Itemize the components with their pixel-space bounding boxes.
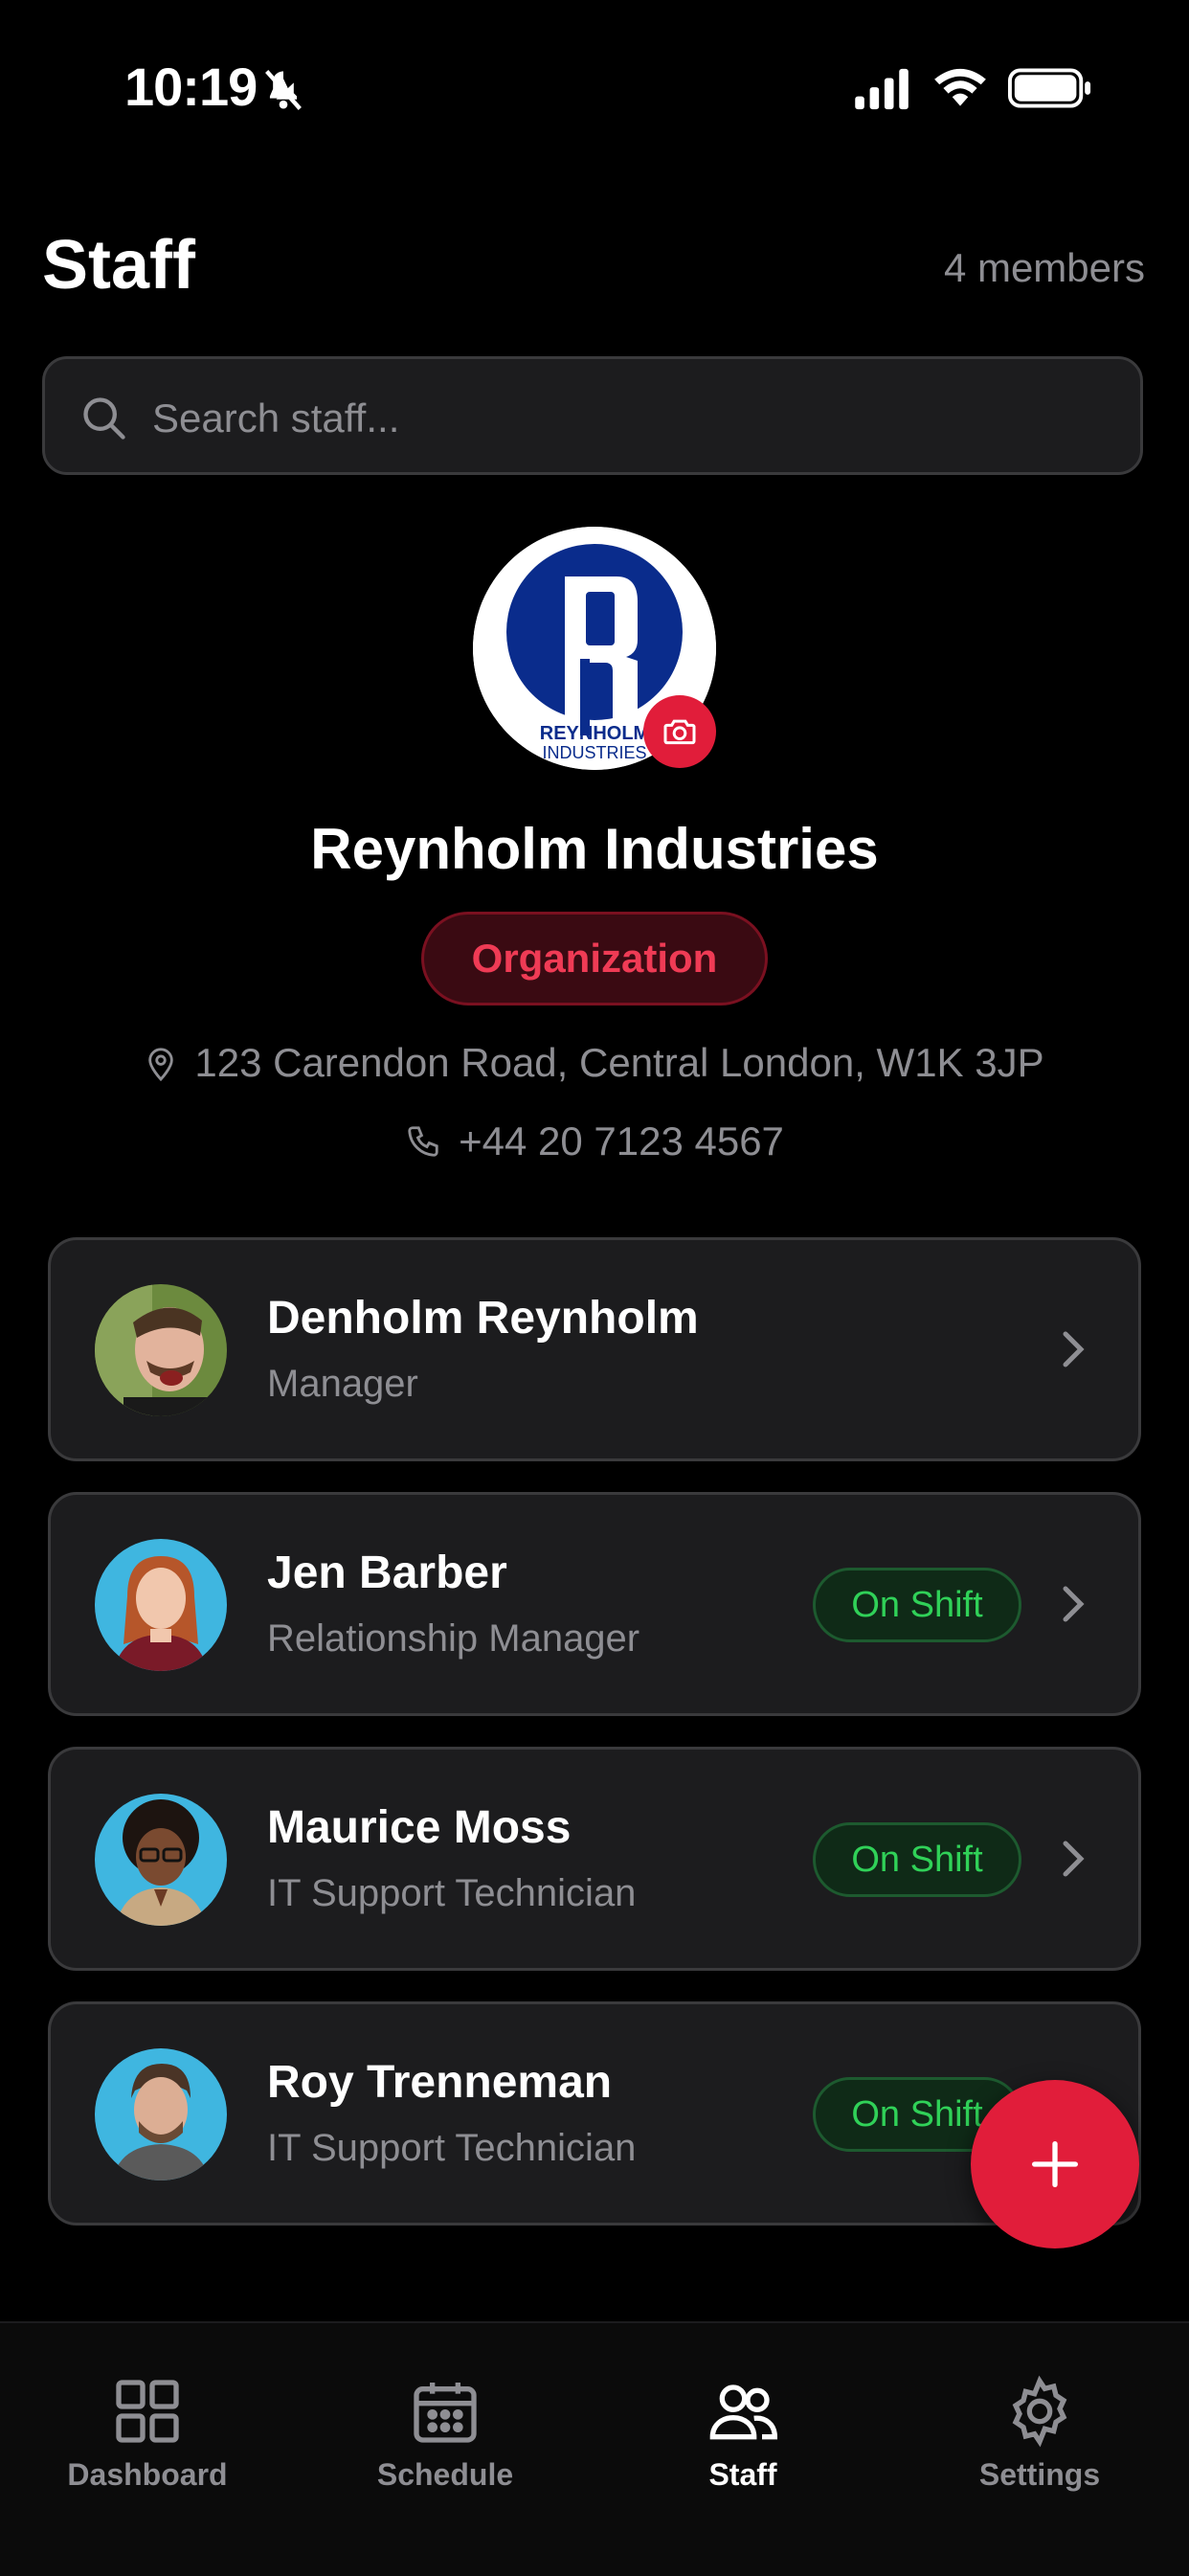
staff-name: Roy Trenneman: [267, 2057, 613, 2108]
status-bar: 10:19: [0, 0, 1189, 172]
logo-text-1: REYNHOLM: [540, 723, 649, 744]
chevron-right-icon: [1063, 1331, 1085, 1367]
page-title: Staff: [42, 227, 195, 304]
search-input[interactable]: [150, 386, 1111, 451]
staff-role: Manager: [267, 1363, 418, 1405]
phone-text: +44 20 7123 4567: [459, 1119, 784, 1164]
cellular-signal-icon: [855, 68, 909, 110]
chevron-right-icon: [1063, 1586, 1085, 1622]
organization-name: Reynholm Industries: [310, 817, 879, 881]
bell-slash-icon: [265, 70, 302, 110]
tab-staff[interactable]: Staff: [628, 2373, 858, 2493]
staff-name: Maurice Moss: [267, 1802, 572, 1853]
staff-card[interactable]: Jen Barber Relationship Manager On Shift: [48, 1492, 1141, 1716]
organization-phone[interactable]: +44 20 7123 4567: [0, 1119, 1189, 1164]
tab-label: Staff: [708, 2457, 777, 2492]
tab-schedule[interactable]: Schedule: [330, 2373, 560, 2493]
organization-badge: Organization: [421, 912, 768, 1006]
camera-icon: [663, 719, 696, 745]
staff-name: Denholm Reynholm: [267, 1293, 699, 1344]
calendar-icon: [414, 2383, 477, 2443]
staff-name: Jen Barber: [267, 1548, 507, 1598]
battery-icon: [1007, 68, 1091, 108]
avatar: [95, 1284, 227, 1416]
tab-label: Settings: [978, 2457, 1101, 2492]
status-badge: On Shift: [813, 1568, 1021, 1642]
status-time: 10:19: [124, 56, 258, 117]
tab-dashboard[interactable]: Dashboard: [33, 2373, 262, 2493]
tab-label: Dashboard: [67, 2457, 228, 2492]
wifi-icon: [934, 68, 986, 106]
grid-icon: [116, 2380, 179, 2443]
staff-card[interactable]: Denholm Reynholm Manager: [48, 1237, 1141, 1461]
organization-address: 123 Carendon Road, Central London, W1K 3…: [0, 1040, 1189, 1086]
plus-icon: [1032, 2141, 1078, 2187]
home-indicator: [460, 2528, 729, 2540]
search-bar[interactable]: [42, 356, 1143, 475]
add-staff-button[interactable]: [971, 2080, 1139, 2248]
change-logo-button[interactable]: [643, 695, 716, 768]
status-badge: On Shift: [813, 1822, 1021, 1897]
address-text: 123 Carendon Road, Central London, W1K 3…: [194, 1040, 1044, 1085]
staff-card[interactable]: Maurice Moss IT Support Technician On Sh…: [48, 1747, 1141, 1971]
chevron-right-icon: [1063, 1841, 1085, 1877]
gear-icon: [1012, 2375, 1067, 2448]
staff-role: IT Support Technician: [267, 2127, 637, 2169]
member-count: 4 members: [943, 245, 1145, 290]
people-icon: [709, 2384, 778, 2440]
avatar: [95, 1539, 227, 1671]
phone-icon: [408, 1126, 438, 1157]
staff-role: IT Support Technician: [267, 1872, 637, 1914]
logo-text-2: INDUSTRIES: [542, 743, 646, 762]
staff-role: Relationship Manager: [267, 1617, 640, 1660]
location-pin-icon: [148, 1048, 174, 1082]
tab-settings[interactable]: Settings: [925, 2373, 1155, 2493]
tab-label: Schedule: [376, 2457, 514, 2492]
search-icon: [83, 397, 125, 440]
avatar: [95, 1794, 227, 1926]
avatar: [95, 2048, 227, 2181]
